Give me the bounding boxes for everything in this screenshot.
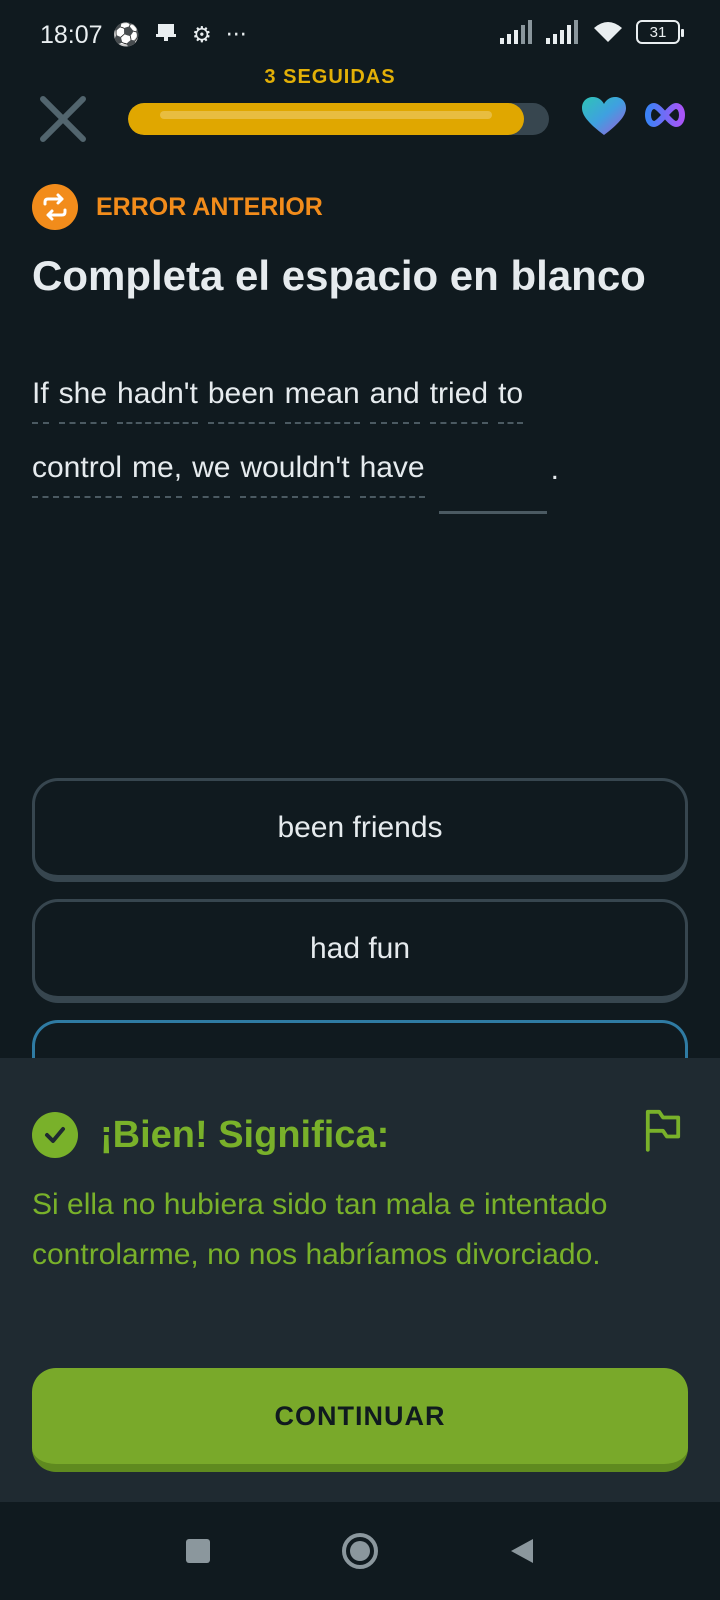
repeat-icon [32, 184, 78, 230]
feedback-panel: ¡Bien! Significa: Si ella no hubiera sid… [0, 1058, 720, 1502]
exercise-title: Completa el espacio en blanco [32, 252, 646, 299]
answer-blank[interactable] [438, 464, 547, 514]
exercise-sentence: If she hadn't been mean and tried to control me,… [32, 350, 692, 514]
sentence-word[interactable]: mean [284, 376, 360, 424]
sentence-period: . [550, 453, 559, 486]
sentence-word[interactable]: wouldn't [240, 450, 350, 498]
option-label: been friends [277, 811, 443, 844]
sentence-word[interactable]: tried [429, 376, 489, 424]
sentence-word[interactable]: we [192, 450, 231, 498]
sentence-word[interactable]: and [369, 376, 420, 424]
home-button[interactable] [338, 1529, 382, 1573]
system-nav-bar [0, 1502, 720, 1600]
option-label: had fun [309, 932, 411, 965]
check-icon [32, 1112, 78, 1158]
progress-fill [128, 103, 524, 135]
recent-apps-button[interactable] [176, 1529, 220, 1573]
option-been-friends[interactable]: been friends [32, 778, 688, 882]
sentence-word[interactable]: have [359, 450, 425, 498]
sentence-line-2: control me, we wouldn't have . [32, 424, 692, 514]
previous-mistake-label: ERROR ANTERIOR [96, 192, 323, 221]
back-button[interactable] [500, 1529, 544, 1573]
report-flag-icon[interactable] [644, 1108, 684, 1154]
status-bar: 18:07 ⚽ ⚙ ··· 31 [0, 0, 720, 70]
circle-home-icon [342, 1533, 378, 1569]
back-triangle-icon [511, 1539, 533, 1563]
square-icon [186, 1539, 210, 1563]
sentence-word[interactable]: to [498, 376, 524, 424]
gear-icon: ⚙ [191, 22, 212, 48]
streak-label: 3 SEGUIDAS [264, 66, 396, 88]
close-button[interactable] [36, 92, 90, 146]
signal-icon-1 [500, 20, 532, 44]
feedback-title: ¡Bien! Significa: [100, 1113, 390, 1156]
feedback-translation: Si ella no hubiera sido tan mala e inten… [32, 1188, 608, 1271]
more-dots-icon: ··· [225, 22, 247, 48]
previous-mistake-badge: ERROR ANTERIOR [32, 184, 323, 230]
soccer-ball-icon: ⚽ [112, 22, 140, 48]
option-had-fun[interactable]: had fun [32, 899, 688, 1003]
close-icon [40, 96, 86, 142]
sentence-word[interactable]: If [32, 376, 49, 424]
lesson-progress-bar [128, 103, 549, 135]
battery-icon: 31 [636, 20, 684, 44]
sentence-line-1: If she hadn't been mean and tried to [32, 350, 692, 424]
signal-icon-2 [546, 20, 578, 44]
sentence-word[interactable]: control [32, 450, 123, 498]
sentence-word[interactable]: hadn't [117, 376, 198, 424]
heart-icon[interactable] [582, 97, 626, 137]
sentence-word[interactable]: she [58, 376, 108, 424]
wifi-icon [594, 22, 622, 42]
notification-icon [154, 20, 178, 50]
infinity-icon [645, 102, 685, 128]
continue-button[interactable]: CONTINUAR [32, 1368, 688, 1472]
sentence-word[interactable]: been [207, 376, 275, 424]
clock: 18:07 [40, 20, 103, 49]
sentence-word[interactable]: me, [132, 450, 183, 498]
